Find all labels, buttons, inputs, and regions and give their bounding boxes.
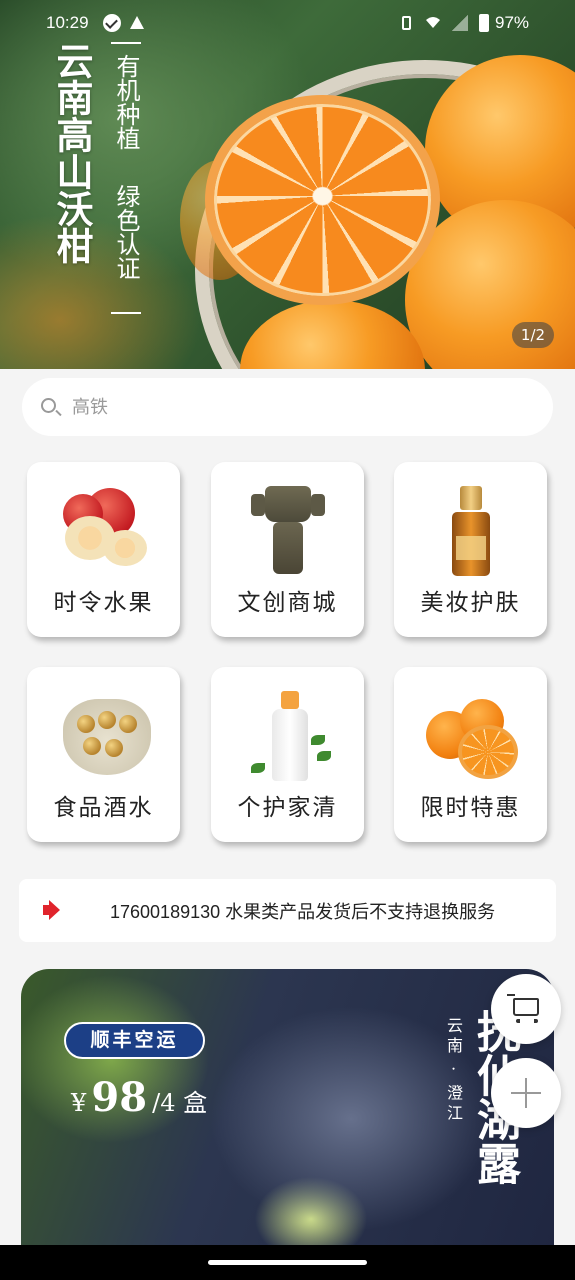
banner-title: 云南高山沃柑 <box>50 42 94 264</box>
category-food-drinks[interactable]: 食品酒水 <box>27 667 180 842</box>
plus-icon <box>511 1078 541 1108</box>
banner-subtitle: 有机种植 绿色认证 <box>111 42 141 314</box>
battery-icon <box>479 14 489 32</box>
cart-icon <box>507 994 539 1023</box>
category-personal-home-care[interactable]: 个护家清 <box>211 667 364 842</box>
orange-image <box>426 691 518 783</box>
apple-image <box>63 486 147 578</box>
price-value: 98 <box>91 1074 148 1121</box>
vibrate-icon <box>402 16 411 30</box>
bronze-figure-image <box>247 486 329 578</box>
search-bar[interactable] <box>22 378 553 436</box>
notice-text: 17600189130 水果类产品发货后不支持退换服务 <box>110 902 496 922</box>
category-cultural-store[interactable]: 文创商城 <box>211 462 364 637</box>
wifi-icon <box>426 17 440 28</box>
price-symbol: ¥ <box>71 1089 87 1117</box>
hero-banner[interactable]: 云南高山沃柑 有机种植 绿色认证 1/2 <box>0 0 575 369</box>
banner-subtitle-line2: 绿色认证 <box>112 184 140 280</box>
category-label: 时令水果 <box>53 590 154 616</box>
notice-bar[interactable]: 17600189130 水果类产品发货后不支持退换服务 <box>19 879 556 942</box>
category-label: 个护家清 <box>237 795 338 821</box>
speaker-icon <box>43 905 51 915</box>
lotion-bottle-image <box>247 691 331 783</box>
status-time: 10:29 <box>46 13 89 32</box>
status-bar: 10:29 97% <box>0 0 575 46</box>
category-label: 文创商城 <box>237 590 338 616</box>
warning-icon <box>130 16 144 29</box>
system-nav-bar <box>0 1245 575 1280</box>
banner-subtitle-line1: 有机种植 <box>112 54 140 150</box>
category-limited-deals[interactable]: 限时特惠 <box>394 667 547 842</box>
category-label: 食品酒水 <box>53 795 154 821</box>
banner-pager: 1/2 <box>512 322 554 348</box>
serum-bottle-image <box>430 486 512 578</box>
category-beauty-skincare[interactable]: 美妆护肤 <box>394 462 547 637</box>
search-input[interactable] <box>72 390 512 424</box>
shipping-badge: 顺丰空运 <box>64 1022 205 1059</box>
category-seasonal-fruit[interactable]: 时令水果 <box>27 462 180 637</box>
promo-origin: 云南 · 澄江 <box>444 1017 463 1125</box>
battery-percent: 97% <box>495 13 530 32</box>
home-handle[interactable] <box>208 1260 367 1265</box>
category-label: 美妆护肤 <box>420 590 521 616</box>
price-unit: /4 盒 <box>152 1089 208 1117</box>
cut-orange-image <box>205 95 440 305</box>
cart-button[interactable] <box>491 974 561 1044</box>
search-icon <box>41 398 56 413</box>
signal-icon <box>452 15 468 31</box>
category-label: 限时特惠 <box>420 795 521 821</box>
check-circle-icon <box>103 14 121 32</box>
chocolate-box-image <box>63 691 151 783</box>
add-button[interactable] <box>491 1058 561 1128</box>
promo-card[interactable]: 顺丰空运 ¥ 98 /4 盒 云南 · 澄江 抚仙湖露 <box>21 969 554 1269</box>
promo-price: ¥ 98 /4 盒 <box>71 1074 207 1121</box>
